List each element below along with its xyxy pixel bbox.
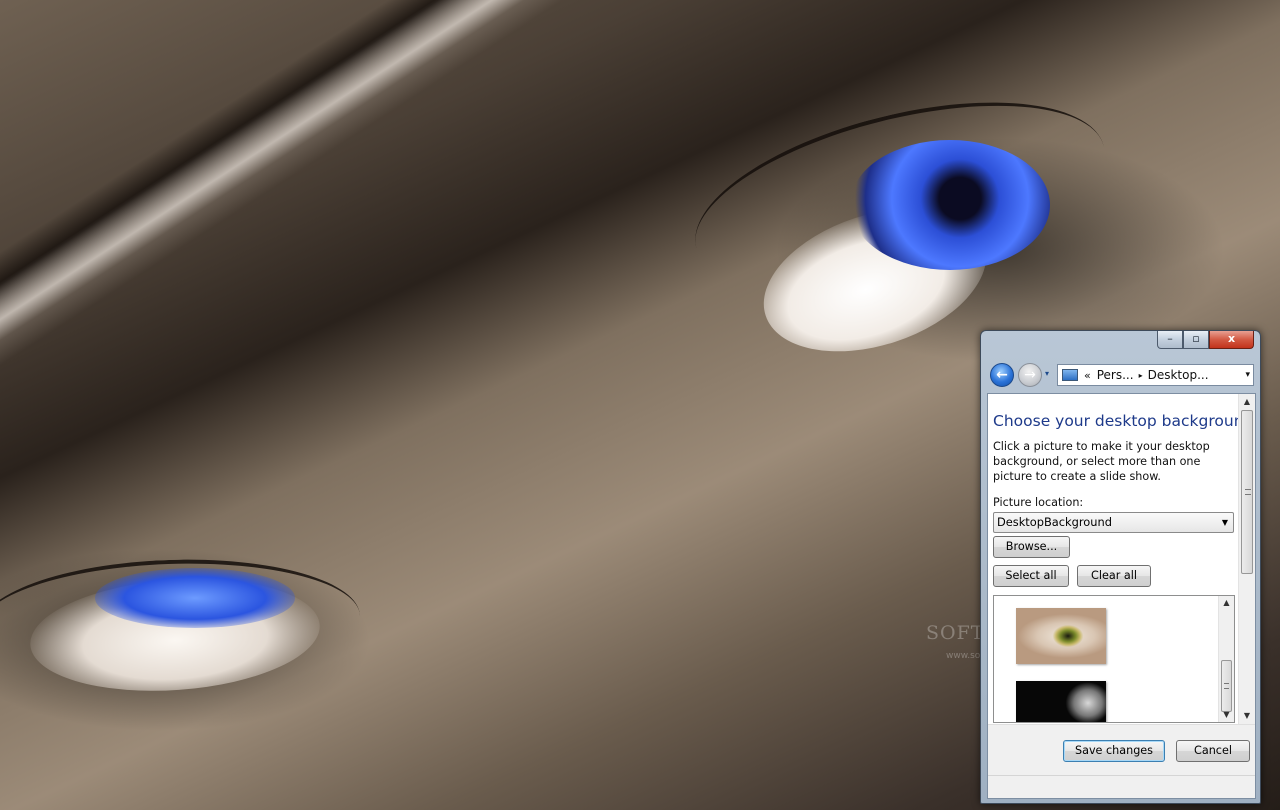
clear-all-button[interactable]: Clear all xyxy=(1077,565,1151,587)
maximize-button[interactable]: ▫ xyxy=(1183,331,1209,349)
scroll-up-icon[interactable]: ▲ xyxy=(1239,394,1255,410)
thumbnail-green-eye[interactable] xyxy=(1016,608,1106,664)
status-bar xyxy=(988,775,1255,798)
page-title: Choose your desktop background xyxy=(993,412,1254,430)
address-bar[interactable]: « Pers... ▸ Desktop... ▾ xyxy=(1057,364,1254,386)
control-panel-monitor-icon xyxy=(1062,369,1078,381)
picture-location-value: DesktopBackground xyxy=(997,515,1112,529)
dialog-footer: Save changes Cancel xyxy=(988,724,1255,798)
breadcrumb-overflow[interactable]: « xyxy=(1084,369,1091,382)
picture-location-select[interactable]: DesktopBackground ▼ xyxy=(993,512,1234,533)
breadcrumb-separator-icon[interactable]: ▸ xyxy=(1139,371,1143,380)
close-button[interactable]: x xyxy=(1209,331,1254,349)
cancel-button[interactable]: Cancel xyxy=(1176,740,1250,762)
breadcrumb-desktop-background[interactable]: Desktop... xyxy=(1148,368,1209,382)
chevron-down-icon: ▼ xyxy=(1221,518,1228,527)
scroll-up-icon[interactable]: ▲ xyxy=(1219,596,1234,610)
thumbnail-dark-face[interactable] xyxy=(1016,681,1106,722)
scroll-down-icon[interactable]: ▼ xyxy=(1219,708,1234,722)
content-scrollbar[interactable]: ▲ ▼ xyxy=(1238,394,1255,724)
back-arrow-icon[interactable]: ← xyxy=(990,363,1014,387)
breadcrumb-personalization[interactable]: Pers... xyxy=(1097,368,1134,382)
select-all-button[interactable]: Select all xyxy=(993,565,1069,587)
caption-buttons: – ▫ x xyxy=(1157,331,1254,350)
picture-thumbnail-list: ▲ ▼ xyxy=(993,595,1235,723)
content-scroll-thumb[interactable] xyxy=(1241,410,1253,574)
minimize-button[interactable]: – xyxy=(1157,331,1183,349)
browse-button[interactable]: Browse... xyxy=(993,536,1070,558)
thumbnail-scroll-thumb[interactable] xyxy=(1221,660,1232,712)
content-area: Choose your desktop background Click a p… xyxy=(987,393,1256,799)
address-dropdown-icon[interactable]: ▾ xyxy=(1245,370,1250,380)
recent-pages-dropdown-icon[interactable]: ▾ xyxy=(1045,369,1049,378)
wallpaper-left-eye-iris xyxy=(95,568,295,628)
thumbnail-scrollbar[interactable]: ▲ ▼ xyxy=(1218,596,1234,722)
save-changes-button[interactable]: Save changes xyxy=(1063,740,1165,762)
content-scroll-region: Choose your desktop background Click a p… xyxy=(988,394,1255,724)
forward-arrow-icon[interactable]: → xyxy=(1018,363,1042,387)
scroll-down-icon[interactable]: ▼ xyxy=(1239,708,1255,724)
navigation-bar: ← → ▾ « Pers... ▸ Desktop... ▾ xyxy=(987,361,1254,389)
wallpaper-right-eye-iris xyxy=(850,140,1050,270)
desktop-background-window: – ▫ x ← → ▾ « Pers... ▸ Desktop... ▾ Cho… xyxy=(980,330,1261,804)
picture-location-label: Picture location: xyxy=(993,496,1084,509)
page-description: Click a picture to make it your desktop … xyxy=(993,440,1210,483)
